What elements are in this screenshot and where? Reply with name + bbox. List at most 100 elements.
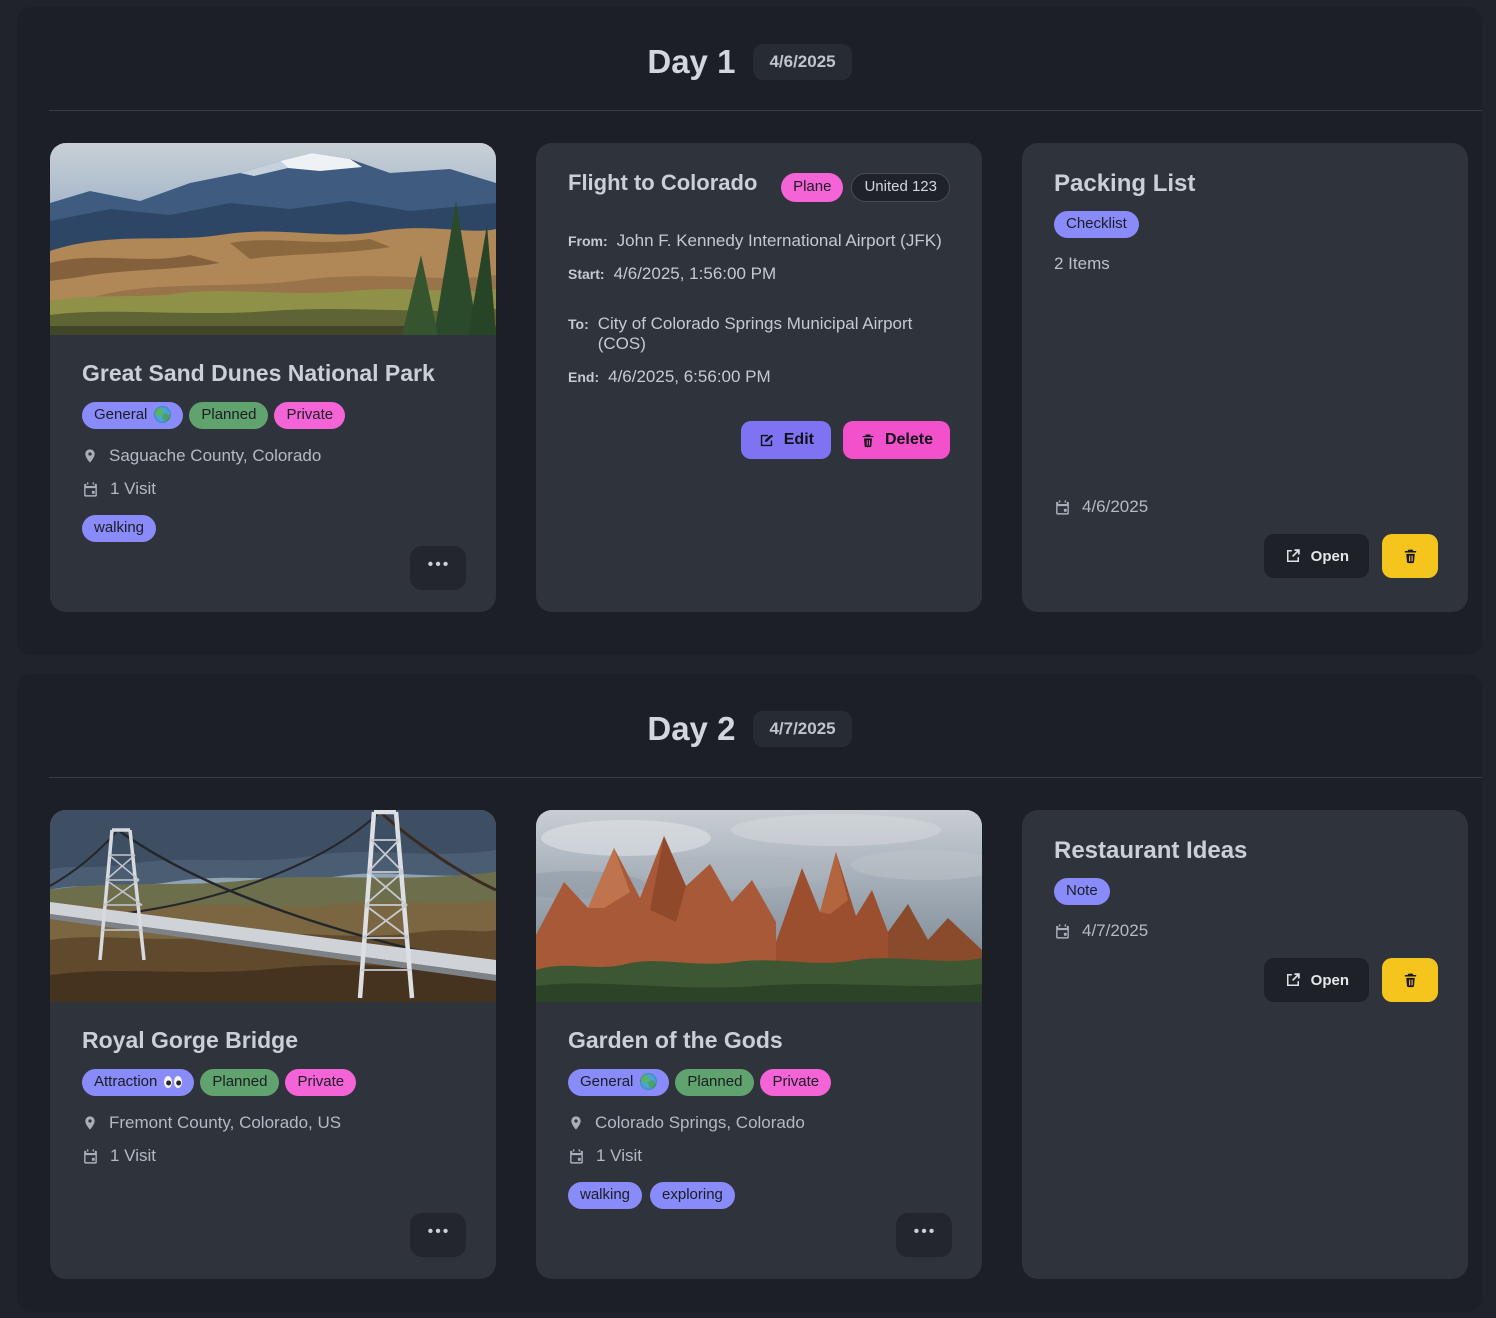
day-2-cards: Royal Gorge Bridge Attraction Planned Pr… xyxy=(17,778,1482,1279)
note-title: Restaurant Ideas xyxy=(1054,837,1247,865)
flight-from-row: From: John F. Kennedy International Airp… xyxy=(568,231,950,251)
edit-button[interactable]: Edit xyxy=(741,421,831,459)
from-value: John F. Kennedy International Airport (J… xyxy=(617,231,942,251)
category-badge: General xyxy=(568,1069,669,1096)
place-card-royal-gorge[interactable]: Royal Gorge Bridge Attraction Planned Pr… xyxy=(50,810,496,1279)
open-label: Open xyxy=(1311,972,1349,989)
end-value: 4/6/2025, 6:56:00 PM xyxy=(608,367,771,387)
location-row: Colorado Springs, Colorado xyxy=(568,1113,805,1133)
visits-text: 1 Visit xyxy=(596,1146,642,1166)
place-card-garden-of-the-gods[interactable]: Garden of the Gods General Planned Priva… xyxy=(536,810,982,1279)
card-menu-button[interactable]: ••• xyxy=(410,1213,466,1257)
to-value: City of Colorado Springs Municipal Airpo… xyxy=(598,314,950,354)
card-menu-button[interactable]: ••• xyxy=(410,546,466,590)
day-1-header: Day 1 4/6/2025 xyxy=(17,7,1482,81)
edit-icon xyxy=(758,432,775,449)
activity-tag: walking xyxy=(568,1182,642,1209)
trash-icon xyxy=(860,432,876,449)
day-date-badge: 4/6/2025 xyxy=(753,44,851,80)
visits-row: 1 Visit xyxy=(82,1146,156,1166)
activity-tag: walking xyxy=(82,515,156,542)
activity-tag: exploring xyxy=(650,1182,735,1209)
category-label: Attraction xyxy=(94,1072,157,1091)
external-link-icon xyxy=(1284,547,1302,565)
delete-label: Delete xyxy=(885,431,933,449)
checklist-type-badge: Checklist xyxy=(1054,211,1139,238)
flight-title: Flight to Colorado xyxy=(568,170,757,196)
status-badge: Planned xyxy=(675,1069,754,1096)
place-card-great-sand-dunes[interactable]: Great Sand Dunes National Park General P… xyxy=(50,143,496,612)
ellipsis-icon: ••• xyxy=(914,1223,937,1241)
royal-gorge-photo xyxy=(50,810,496,1002)
great-sand-dunes-photo xyxy=(50,143,496,335)
open-button[interactable]: Open xyxy=(1264,534,1369,578)
note-card-restaurant-ideas[interactable]: Restaurant Ideas Note 4/7/2025 Open xyxy=(1022,810,1468,1279)
location-text: Fremont County, Colorado, US xyxy=(109,1113,341,1133)
trash-icon xyxy=(1402,547,1419,565)
external-link-icon xyxy=(1284,971,1302,989)
start-value: 4/6/2025, 1:56:00 PM xyxy=(614,264,777,284)
checklist-title: Packing List xyxy=(1054,170,1195,198)
note-date: 4/7/2025 xyxy=(1082,921,1148,941)
eyes-icon xyxy=(164,1076,182,1088)
visits-text: 1 Visit xyxy=(110,1146,156,1166)
place-title: Great Sand Dunes National Park xyxy=(82,360,435,387)
transport-type-badge: Plane xyxy=(781,173,843,202)
note-date-row: 4/7/2025 xyxy=(1054,921,1148,941)
delete-note-button[interactable] xyxy=(1382,958,1438,1002)
ellipsis-icon: ••• xyxy=(428,1223,451,1241)
visits-row: 1 Visit xyxy=(82,479,156,499)
visibility-badge: Private xyxy=(760,1069,831,1096)
card-menu-button[interactable]: ••• xyxy=(896,1213,952,1257)
flight-to-row: To: City of Colorado Springs Municipal A… xyxy=(568,314,950,354)
items-count: 2 Items xyxy=(1054,254,1110,274)
flight-start-row: Start: 4/6/2025, 1:56:00 PM xyxy=(568,264,950,284)
globe-icon xyxy=(640,1073,657,1090)
visibility-badge: Private xyxy=(285,1069,356,1096)
to-label: To: xyxy=(568,316,589,332)
note-type-badge: Note xyxy=(1054,878,1110,905)
globe-icon xyxy=(154,406,171,423)
day-title: Day 2 xyxy=(647,710,735,748)
trash-icon xyxy=(1402,971,1419,989)
location-text: Colorado Springs, Colorado xyxy=(595,1113,805,1133)
category-badge: General xyxy=(82,402,183,429)
landscape-illustration xyxy=(50,143,496,335)
open-button[interactable]: Open xyxy=(1264,958,1369,1002)
delete-button[interactable]: Delete xyxy=(843,421,950,459)
ellipsis-icon: ••• xyxy=(428,556,451,574)
start-label: Start: xyxy=(568,266,605,282)
flight-number-badge: United 123 xyxy=(851,173,950,202)
end-label: End: xyxy=(568,369,599,385)
checklist-date-row: 4/6/2025 xyxy=(1054,497,1148,517)
day-1-section: Day 1 4/6/2025 xyxy=(17,7,1482,655)
location-pin-icon xyxy=(568,1114,584,1132)
garden-of-the-gods-photo xyxy=(536,810,982,1002)
delete-checklist-button[interactable] xyxy=(1382,534,1438,578)
category-label: General xyxy=(94,405,147,424)
place-title: Royal Gorge Bridge xyxy=(82,1027,298,1054)
edit-label: Edit xyxy=(784,431,814,449)
day-2-header: Day 2 4/7/2025 xyxy=(17,674,1482,748)
location-row: Fremont County, Colorado, US xyxy=(82,1113,341,1133)
calendar-icon xyxy=(1054,923,1071,940)
flight-end-row: End: 4/6/2025, 6:56:00 PM xyxy=(568,367,950,387)
checklist-card-packing-list[interactable]: Packing List Checklist 2 Items 4/6/2025 … xyxy=(1022,143,1468,612)
location-pin-icon xyxy=(82,1114,98,1132)
location-text: Saguache County, Colorado xyxy=(109,446,321,466)
open-label: Open xyxy=(1311,548,1349,565)
day-2-section: Day 2 4/7/2025 xyxy=(17,674,1482,1312)
rocks-illustration xyxy=(536,810,982,1002)
category-badge: Attraction xyxy=(82,1069,194,1096)
calendar-icon xyxy=(82,481,99,498)
flight-card[interactable]: Flight to Colorado Plane United 123 From… xyxy=(536,143,982,612)
day-title: Day 1 xyxy=(647,43,735,81)
location-pin-icon xyxy=(82,447,98,465)
day-date-badge: 4/7/2025 xyxy=(753,711,851,747)
bridge-illustration xyxy=(50,810,496,1002)
visits-text: 1 Visit xyxy=(110,479,156,499)
visits-row: 1 Visit xyxy=(568,1146,642,1166)
status-badge: Planned xyxy=(200,1069,279,1096)
calendar-icon xyxy=(82,1148,99,1165)
calendar-icon xyxy=(568,1148,585,1165)
